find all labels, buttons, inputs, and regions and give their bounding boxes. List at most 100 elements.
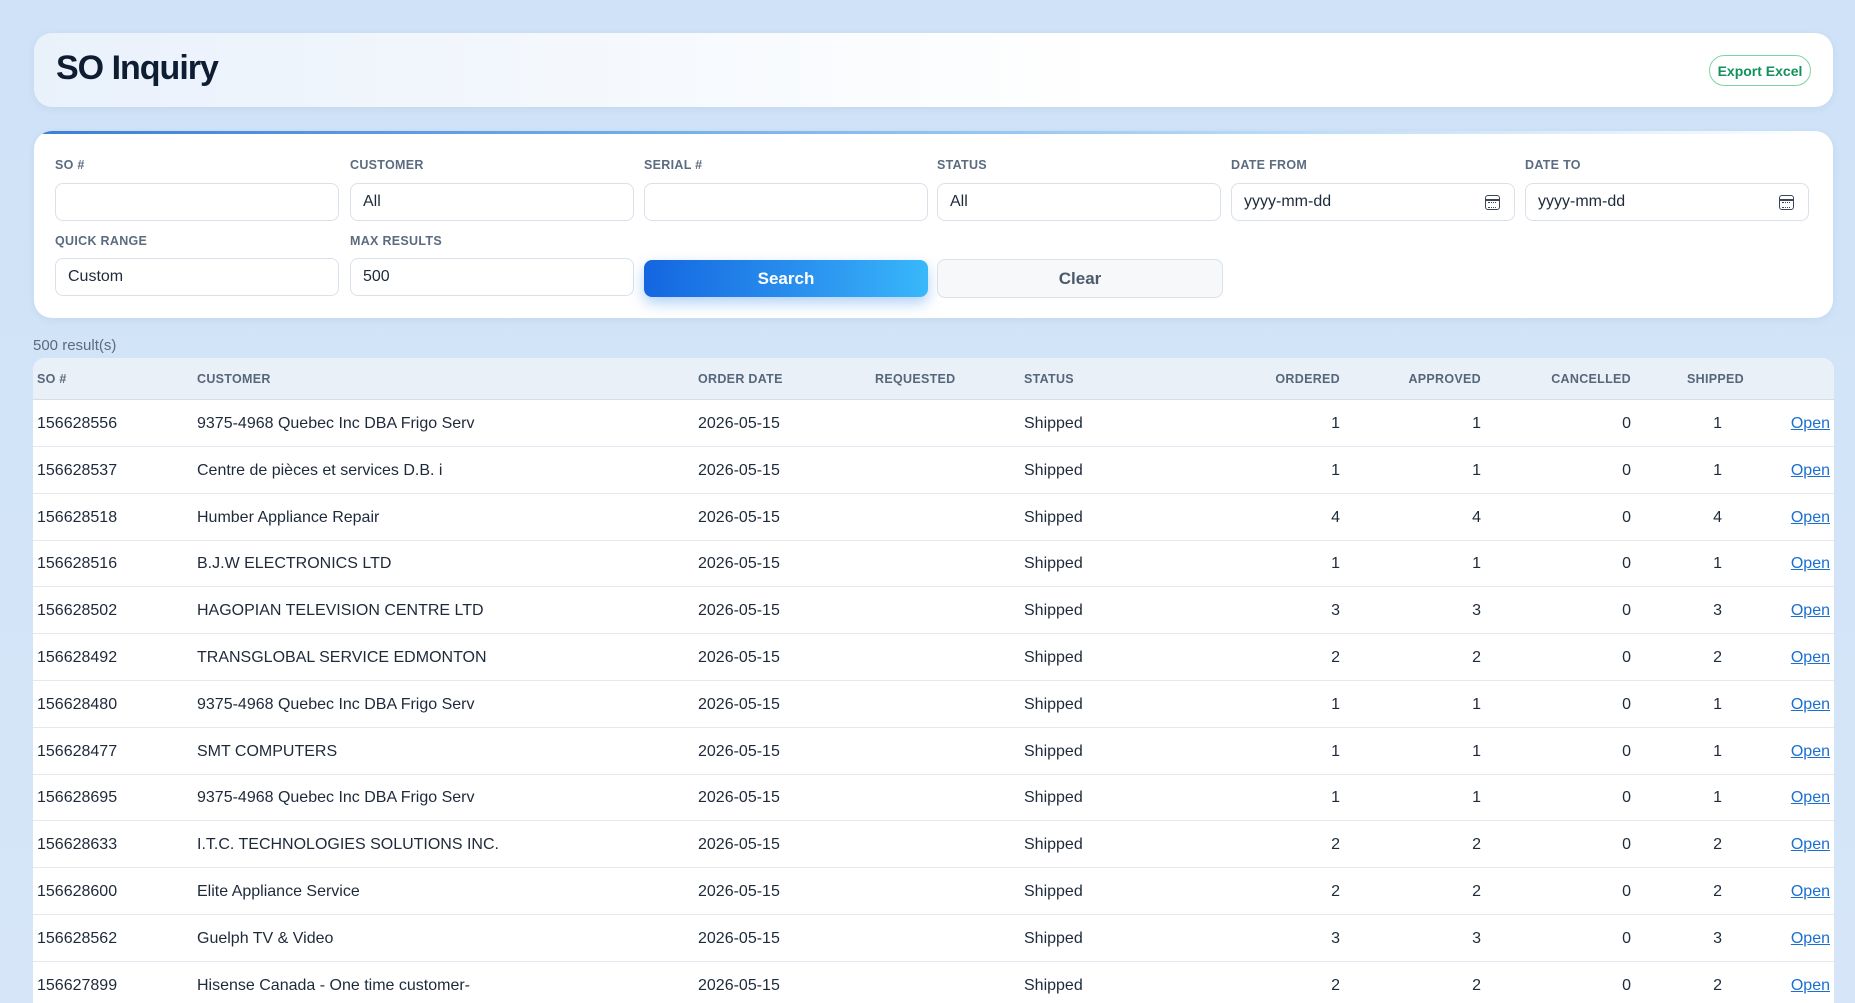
serial-label: SERIAL #	[644, 158, 703, 172]
cell-cancelled: 0	[1622, 649, 1631, 666]
open-link[interactable]: Open	[1791, 930, 1830, 948]
table-row[interactable]: 156628556 9375-4968 Quebec Inc DBA Frigo …	[33, 400, 1834, 447]
cell-so: 156628477	[37, 742, 118, 760]
cell-so: 156628600	[37, 883, 118, 900]
cell-cancelled: 0	[1622, 602, 1631, 620]
cell-shipped: 2	[1713, 883, 1722, 900]
cell-customer: 9375-4968 Quebec Inc DBA Frigo Serv	[197, 789, 475, 807]
table-row[interactable]: 156628562 Guelph TV & Video 2026-05-15 Ship…	[33, 915, 1834, 962]
col-customer[interactable]: CUSTOMER	[197, 372, 271, 386]
cell-so: 156628695	[37, 789, 118, 807]
open-link[interactable]: Open	[1791, 789, 1830, 807]
quick-range-select[interactable]: Custom	[55, 258, 339, 296]
open-link[interactable]: Open	[1791, 977, 1830, 995]
open-link[interactable]: Open	[1791, 649, 1830, 667]
cell-shipped: 2	[1713, 836, 1722, 854]
clear-button[interactable]: Clear	[937, 259, 1223, 298]
open-link[interactable]: Open	[1791, 415, 1830, 433]
cell-ordered: 2	[1331, 836, 1340, 854]
open-link[interactable]: Open	[1791, 462, 1830, 480]
cell-shipped: 3	[1713, 929, 1722, 947]
export-excel-button[interactable]: Export Excel	[1709, 55, 1811, 86]
cell-order-date: 2026-05-15	[698, 461, 780, 479]
quick-range-label: QUICK RANGE	[55, 234, 148, 248]
cell-cancelled: 0	[1622, 789, 1631, 807]
result-count: 500 result(s)	[33, 337, 117, 354]
cell-status: Shipped	[1024, 976, 1083, 994]
cell-order-date: 2026-05-15	[698, 883, 780, 900]
cell-customer: B.J.W ELECTRONICS LTD	[197, 555, 392, 573]
cell-so: 156628633	[37, 836, 118, 854]
date-from-input[interactable]: yyyy-mm-dd	[1231, 183, 1515, 221]
filter-panel: SO # CUSTOMER All SERIAL # STATUS All DA…	[34, 131, 1833, 318]
cell-cancelled: 0	[1622, 836, 1631, 854]
open-link[interactable]: Open	[1791, 883, 1830, 901]
cell-so: 156628502	[37, 602, 118, 620]
open-link[interactable]: Open	[1791, 555, 1830, 573]
date-to-input[interactable]: yyyy-mm-dd	[1525, 183, 1809, 221]
table-row[interactable]: 156628480 9375-4968 Quebec Inc DBA Frigo …	[33, 681, 1834, 728]
table-row[interactable]: 156628633 I.T.C. TECHNOLOGIES SOLUTIONS I…	[33, 821, 1834, 869]
cell-customer: Elite Appliance Service	[197, 883, 360, 900]
open-link[interactable]: Open	[1791, 696, 1830, 714]
cell-so: 156627899	[37, 976, 118, 994]
table-row[interactable]: 156627899 Hisense Canada - One time custo…	[33, 962, 1834, 1003]
cell-order-date: 2026-05-15	[698, 508, 780, 526]
cell-customer: I.T.C. TECHNOLOGIES SOLUTIONS INC.	[197, 836, 499, 854]
status-label: STATUS	[937, 158, 987, 172]
table-row[interactable]: 156628695 9375-4968 Quebec Inc DBA Frigo …	[33, 774, 1834, 822]
customer-select[interactable]: All	[350, 183, 634, 221]
cell-cancelled: 0	[1622, 508, 1631, 526]
calendar-icon[interactable]	[1779, 195, 1794, 210]
table-row[interactable]: 156628537 Centre de pièces et services D.…	[33, 447, 1834, 494]
cell-so: 156628480	[37, 695, 118, 713]
status-select[interactable]: All	[937, 183, 1221, 221]
cell-so: 156628516	[37, 555, 118, 573]
search-button[interactable]: Search	[644, 260, 928, 297]
col-so[interactable]: SO #	[37, 372, 67, 386]
so-label: SO #	[55, 158, 85, 172]
cell-customer: Guelph TV & Video	[197, 929, 334, 947]
cell-cancelled: 0	[1622, 415, 1631, 432]
col-cancelled[interactable]: CANCELLED	[1551, 372, 1631, 386]
cell-status: Shipped	[1024, 789, 1083, 807]
table-row[interactable]: 156628477 SMT COMPUTERS 2026-05-15 Shipped 1…	[33, 728, 1834, 775]
cell-ordered: 1	[1331, 742, 1340, 760]
open-link[interactable]: Open	[1791, 836, 1830, 854]
cell-shipped: 1	[1713, 555, 1722, 573]
cell-status: Shipped	[1024, 461, 1083, 479]
open-link[interactable]: Open	[1791, 743, 1830, 761]
col-requested[interactable]: REQUESTED	[875, 372, 956, 386]
col-shipped[interactable]: SHIPPED	[1687, 372, 1744, 386]
col-ordered[interactable]: ORDERED	[1275, 372, 1340, 386]
cell-approved: 2	[1472, 649, 1481, 666]
max-results-label: MAX RESULTS	[350, 234, 442, 248]
calendar-icon[interactable]	[1485, 195, 1500, 210]
col-status[interactable]: STATUS	[1024, 372, 1074, 386]
cell-status: Shipped	[1024, 836, 1083, 854]
so-input[interactable]	[55, 183, 339, 221]
cell-ordered: 3	[1331, 929, 1340, 947]
col-order-date[interactable]: ORDER DATE	[698, 372, 783, 386]
cell-so: 156628537	[37, 461, 118, 479]
table-row[interactable]: 156628600 Elite Appliance Service 2026-05-…	[33, 868, 1834, 915]
col-approved[interactable]: APPROVED	[1408, 372, 1481, 386]
page-title: SO Inquiry	[56, 49, 219, 87]
cell-cancelled: 0	[1622, 555, 1631, 573]
table-row[interactable]: 156628502 HAGOPIAN TELEVISION CENTRE LTD 2…	[33, 587, 1834, 635]
cell-ordered: 3	[1331, 602, 1340, 620]
cell-status: Shipped	[1024, 883, 1083, 900]
customer-label: CUSTOMER	[350, 158, 424, 172]
table-row[interactable]: 156628516 B.J.W ELECTRONICS LTD 2026-05-15…	[33, 540, 1834, 588]
cell-cancelled: 0	[1622, 976, 1631, 994]
table-row[interactable]: 156628492 TRANSGLOBAL SERVICE EDMONTON 202…	[33, 634, 1834, 681]
date-to-value: yyyy-mm-dd	[1538, 193, 1626, 210]
cell-ordered: 2	[1331, 976, 1340, 994]
table-row[interactable]: 156628518 Humber Appliance Repair 2026-05-…	[33, 494, 1834, 541]
open-link[interactable]: Open	[1791, 509, 1830, 527]
cell-order-date: 2026-05-15	[698, 976, 780, 994]
max-results-input[interactable]: 500	[350, 258, 634, 296]
cell-status: Shipped	[1024, 742, 1083, 760]
open-link[interactable]: Open	[1791, 602, 1830, 620]
serial-input[interactable]	[644, 183, 928, 221]
